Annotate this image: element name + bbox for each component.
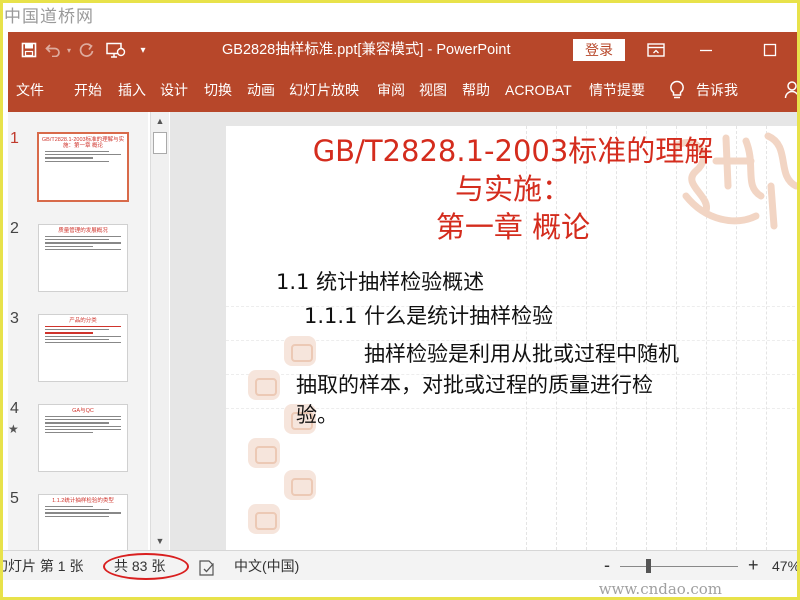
thumbnail-number: 5: [10, 490, 19, 507]
document-title: GB2828抽样标准.ppt[兼容模式] - PowerPoint: [222, 42, 511, 58]
tab-design[interactable]: 设计: [160, 68, 188, 112]
slide-title-line-2: 与实施：: [454, 172, 571, 206]
ribbon-display-icon[interactable]: [636, 32, 676, 68]
share-person-icon[interactable]: [784, 80, 800, 100]
slide-title[interactable]: GB/T2828.1-2003标准的理解 与实施： 第一章 概论: [226, 132, 800, 246]
thumbnail-number: 1: [10, 130, 19, 147]
customize-qat-icon[interactable]: ▾: [132, 32, 154, 68]
tell-me-box[interactable]: 告诉我: [696, 68, 738, 112]
save-icon[interactable]: [16, 32, 42, 68]
lightbulb-icon[interactable]: [668, 80, 686, 100]
language-status[interactable]: 中文(中国): [234, 551, 299, 581]
slide-thumbnail-2[interactable]: 质量管理的发展概况: [38, 224, 128, 292]
undo-icon[interactable]: [42, 32, 64, 68]
ribbon-tab-bar: 文件 开始 插入 设计 切换 动画 幻灯片放映 审阅 视图 帮助 ACROBAT…: [8, 68, 800, 112]
zoom-slider-thumb[interactable]: [646, 559, 651, 573]
decorative-seal-icon: [284, 336, 316, 366]
slide-title-line-1: GB/T2828.1-2003标准的理解: [312, 134, 714, 168]
annotation-highlight-ellipse: [103, 553, 189, 580]
thumbnail-title: 产品的分类: [69, 318, 97, 324]
thumbnail-title: GA与QC: [72, 408, 94, 414]
current-slide[interactable]: GB/T2828.1-2003标准的理解 与实施： 第一章 概论 1.1 统计抽…: [226, 126, 800, 550]
thumbnail-number: 2: [10, 220, 19, 237]
slide-body-line-3[interactable]: 验。: [296, 399, 338, 429]
decorative-seal-icon: [248, 370, 280, 400]
thumbnail-title: 质量管理的发展概况: [58, 228, 108, 234]
tab-review[interactable]: 审阅: [377, 68, 405, 112]
decorative-seal-icon: [248, 504, 280, 534]
status-bar: 幻灯片 第 1 张 共 83 张 中文(中国) - + 47%: [0, 550, 800, 580]
scroll-down-arrow-icon[interactable]: ▼: [151, 532, 169, 550]
title-bar: ▾ ▾ GB2828抽样标准.ppt[兼容模式] - PowerPoint 登录: [8, 32, 800, 68]
undo-dropdown-icon[interactable]: ▾: [64, 32, 74, 68]
tab-transitions[interactable]: 切换: [204, 68, 232, 112]
scrollbar-thumb[interactable]: [153, 132, 167, 154]
thumbnail-title: 1.1.2统计抽样检验的类型: [52, 498, 114, 504]
tab-file[interactable]: 文件: [16, 68, 44, 112]
slide-thumbnail-panel: 1 GB/T2828.1-2003标准的理解与实施：第一章 概论 2 质量管理的…: [8, 112, 148, 562]
slide-thumbnail-4[interactable]: GA与QC: [38, 404, 128, 472]
minimize-icon[interactable]: [686, 32, 726, 68]
thumbnail-scrollbar[interactable]: ▲ ▼: [150, 112, 169, 550]
tab-insert[interactable]: 插入: [118, 68, 146, 112]
spellcheck-icon[interactable]: [198, 557, 216, 576]
slide-thumbnail-1[interactable]: GB/T2828.1-2003标准的理解与实施：第一章 概论: [37, 132, 129, 202]
site-watermark-bottom: www.cndao.com: [598, 580, 722, 598]
zoom-percentage[interactable]: 47%: [772, 551, 800, 581]
redo-icon[interactable]: [74, 32, 100, 68]
decorative-seal-icon: [284, 470, 316, 500]
slide-body-line-1[interactable]: 抽样检验是利用从批或过程中随机: [364, 338, 679, 368]
tab-slideshow[interactable]: 幻灯片放映: [289, 68, 359, 112]
tab-storyboarding[interactable]: 情节提要: [589, 68, 645, 112]
slide-body-line-2[interactable]: 抽取的样本，对批或过程的质量进行检: [296, 369, 653, 399]
slide-title-line-3: 第一章 概论: [435, 210, 591, 244]
slide-heading-2[interactable]: 1.1.1 什么是统计抽样检验: [304, 300, 553, 330]
login-button[interactable]: 登录: [573, 39, 625, 61]
tab-view[interactable]: 视图: [419, 68, 447, 112]
tab-animations[interactable]: 动画: [247, 68, 275, 112]
maximize-icon[interactable]: [750, 32, 790, 68]
zoom-slider[interactable]: [620, 566, 738, 567]
animation-star-icon: ★: [8, 422, 19, 436]
present-icon[interactable]: [100, 32, 132, 68]
site-watermark-top: 中国道桥网: [4, 7, 94, 27]
zoom-out-button[interactable]: -: [604, 551, 610, 581]
zoom-in-button[interactable]: +: [748, 551, 759, 581]
decorative-seal-icon: [248, 438, 280, 468]
scroll-up-arrow-icon[interactable]: ▲: [151, 112, 169, 130]
thumbnail-title: GB/T2828.1-2003标准的理解与实施：第一章 概论: [41, 137, 125, 149]
tab-acrobat[interactable]: ACROBAT: [505, 68, 572, 112]
slide-heading-1[interactable]: 1.1 统计抽样检验概述: [276, 266, 484, 296]
quick-access-toolbar: ▾ ▾: [16, 32, 154, 68]
thumbnail-number: 3: [10, 310, 19, 327]
thumbnail-number: 4: [10, 400, 19, 417]
slide-thumbnail-3[interactable]: 产品的分类: [38, 314, 128, 382]
tab-home[interactable]: 开始: [74, 68, 102, 112]
slide-number-status[interactable]: 幻灯片 第 1 张: [0, 551, 83, 581]
tab-help[interactable]: 帮助: [462, 68, 490, 112]
